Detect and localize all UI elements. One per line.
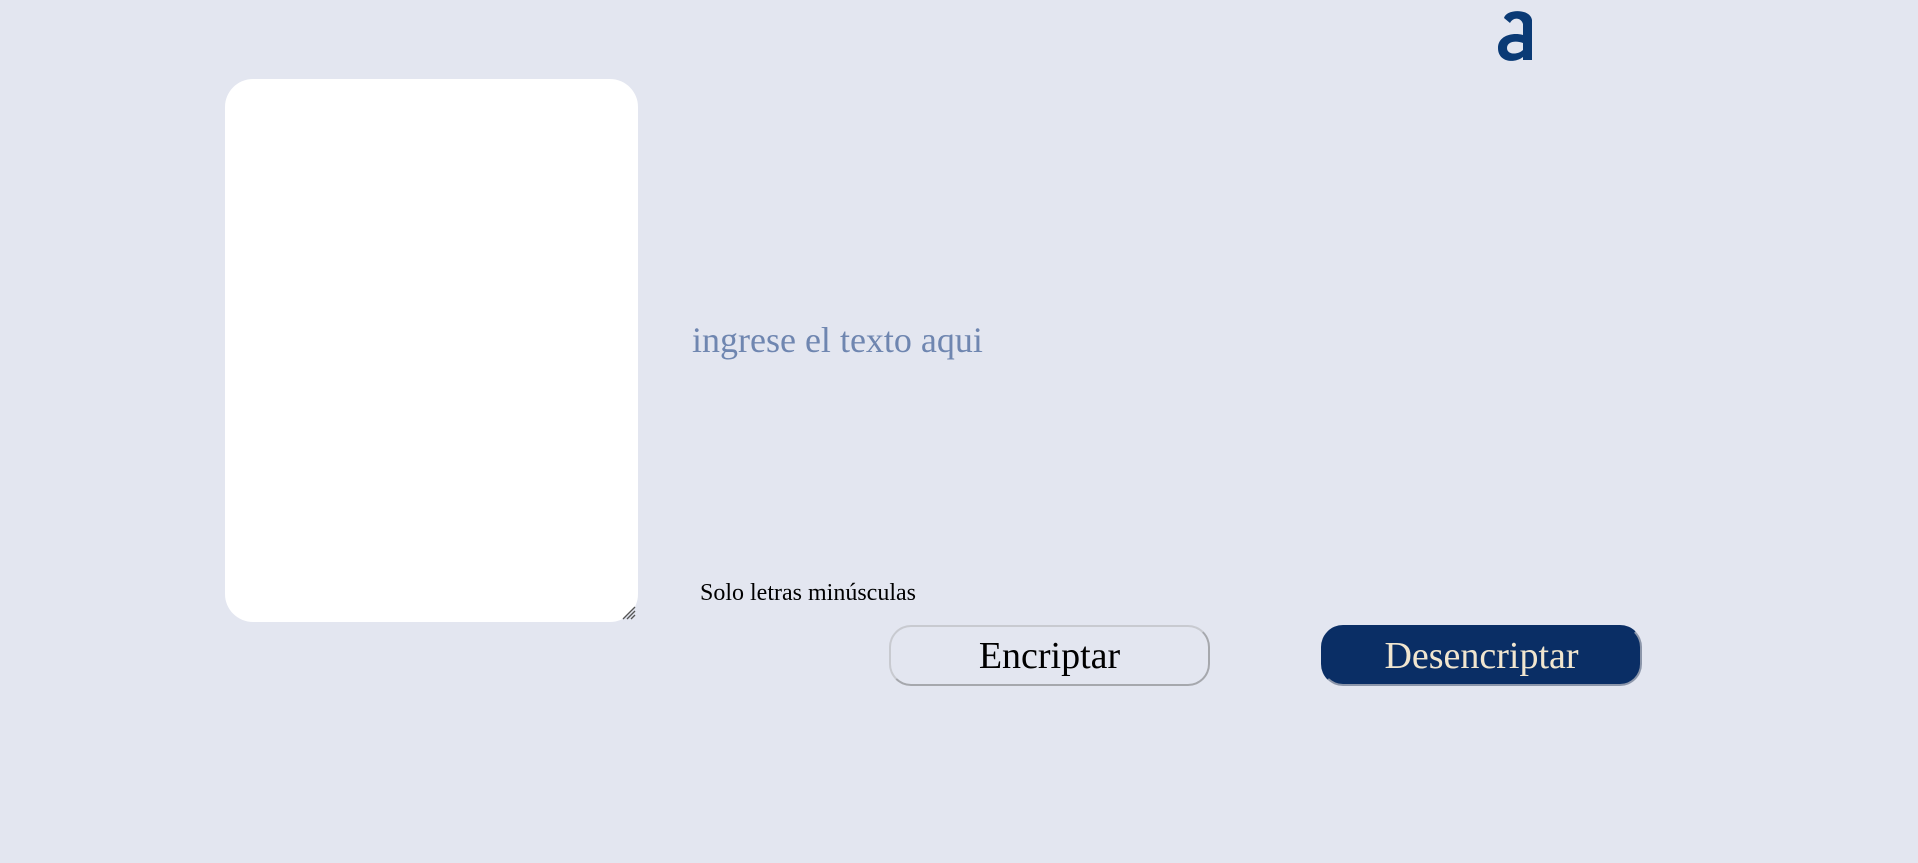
lowercase-hint: Solo letras minúsculas — [700, 580, 916, 606]
resize-grip-icon[interactable] — [620, 604, 636, 620]
alura-a-logo-icon — [1498, 11, 1532, 61]
decrypt-button[interactable]: Desencriptar — [1321, 625, 1642, 686]
output-panel[interactable] — [225, 79, 638, 622]
encrypt-button[interactable]: Encriptar — [889, 625, 1210, 686]
app-page: Solo letras minúsculas Encriptar Desencr… — [0, 0, 1918, 863]
text-input[interactable] — [692, 310, 1412, 370]
